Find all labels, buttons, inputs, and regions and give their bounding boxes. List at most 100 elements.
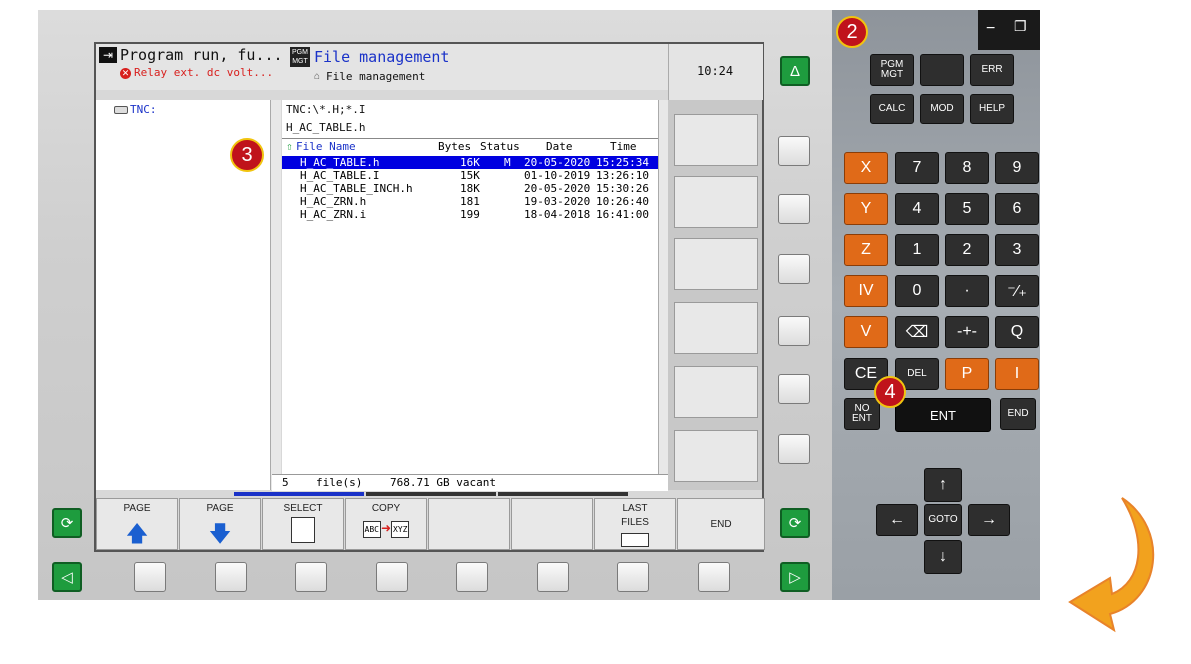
digit-key[interactable]: 4 <box>895 193 939 225</box>
softkey-1[interactable]: PAGE 🡅 <box>96 498 178 550</box>
time-cell: 15:30:26 <box>596 182 649 195</box>
axis-key-y[interactable]: Y <box>844 193 888 225</box>
table-row[interactable]: H_AC_ZRN.i 199 18-04-2018 16:41:00 <box>282 208 658 221</box>
time-cell: 13:26:10 <box>596 169 649 182</box>
arrow-left-key[interactable]: ← <box>876 504 918 536</box>
pgm-mgt-icon: PGM MGT <box>290 47 310 67</box>
i-key[interactable]: I <box>995 358 1039 390</box>
digit-key[interactable]: 7 <box>895 152 939 184</box>
col-file-name[interactable]: File Name <box>296 140 356 153</box>
minimize-icon[interactable]: − <box>986 20 995 38</box>
backspace-key[interactable]: ⌫ <box>895 316 939 348</box>
softkey-label: COPY <box>371 503 401 514</box>
page-right-button[interactable]: ▷ <box>780 562 810 592</box>
hw-softkey-bottom-8[interactable] <box>697 562 730 592</box>
hw-softkey-bottom-6[interactable] <box>536 562 569 592</box>
col-status[interactable]: Status <box>480 140 520 153</box>
pgm-mgt-key[interactable]: PGM MGT <box>870 54 914 86</box>
cycle-left-button[interactable]: ⟳ <box>52 508 82 538</box>
goto-key[interactable]: GOTO <box>924 504 962 536</box>
digit-key[interactable]: ⁻∕₊ <box>995 275 1039 307</box>
softkey-label: LAST <box>622 503 648 514</box>
restore-icon[interactable]: ❐ <box>1014 18 1027 35</box>
date-cell: 19-03-2020 <box>524 195 591 208</box>
calc-key[interactable]: CALC <box>870 94 914 124</box>
hw-softkey-bottom-2[interactable] <box>214 562 247 592</box>
hw-softkey-right-3[interactable] <box>778 254 810 284</box>
digit-key[interactable]: 6 <box>995 193 1039 225</box>
digit-key[interactable]: 9 <box>995 152 1039 184</box>
program-run-title: Program run, fu... <box>120 46 283 64</box>
bytes-cell: 199 <box>460 208 480 221</box>
bytes-cell: 18K <box>460 182 480 195</box>
column-headers: ⇧ File Name Bytes Status Date Time <box>282 140 658 154</box>
softkey-2[interactable]: PAGE 🡇 <box>179 498 261 550</box>
axis-key-z[interactable]: Z <box>844 234 888 266</box>
hw-softkey-bottom-7[interactable] <box>617 562 649 592</box>
hw-softkey-right-5[interactable] <box>778 374 810 404</box>
table-row[interactable]: H_AC_TABLE.h 16K M 20-05-2020 15:25:34 <box>282 156 658 169</box>
table-row[interactable]: H_AC_ZRN.h 181 19-03-2020 10:26:40 <box>282 195 658 208</box>
hw-softkey-right-2[interactable] <box>778 194 810 224</box>
table-row[interactable]: H_AC_TABLE_INCH.h 18K 20-05-2020 15:30:26 <box>282 182 658 195</box>
digit-key[interactable]: 1 <box>895 234 939 266</box>
arrow-down-key[interactable]: ↓ <box>924 540 962 574</box>
digit-key[interactable]: 8 <box>945 152 989 184</box>
q-key[interactable]: Q <box>995 316 1039 348</box>
arrow-right-key[interactable]: → <box>968 504 1010 536</box>
cycle-right-button[interactable]: ⟳ <box>780 508 810 538</box>
select-file-icon <box>263 517 343 548</box>
hw-softkey-bottom-3[interactable] <box>295 562 327 592</box>
no-ent-key[interactable]: NO ENT <box>844 398 880 430</box>
digit-key[interactable]: · <box>945 275 989 307</box>
hw-softkey-right-6[interactable] <box>778 434 810 464</box>
tnc-drive[interactable]: TNC: <box>130 103 157 116</box>
axis-key-v[interactable]: V <box>844 316 888 348</box>
arrow-up-key[interactable]: ↑ <box>924 468 962 502</box>
curved-arrow-icon <box>1068 497 1155 633</box>
date-cell: 01-10-2019 <box>524 169 591 182</box>
vertical-softkey-4[interactable] <box>674 302 758 354</box>
file-count: 5 <box>282 476 289 489</box>
triangle-up-button[interactable]: Δ <box>780 56 810 86</box>
sort-arrow-icon[interactable]: ⇧ <box>286 140 293 153</box>
softkey-7[interactable]: LAST FILES <box>594 498 676 550</box>
col-date[interactable]: Date <box>546 140 573 153</box>
table-row[interactable]: H_AC_TABLE.I 15K 01-10-2019 13:26:10 <box>282 169 658 182</box>
digit-key[interactable]: 3 <box>995 234 1039 266</box>
mod-key[interactable]: MOD <box>920 94 964 124</box>
hw-softkey-right-1[interactable] <box>778 136 810 166</box>
softkey-3[interactable]: SELECT <box>262 498 344 550</box>
vertical-softkey-5[interactable] <box>674 366 758 418</box>
hw-softkey-bottom-5[interactable] <box>456 562 488 592</box>
end-key[interactable]: END <box>1000 398 1036 430</box>
col-bytes[interactable]: Bytes <box>438 140 471 153</box>
ent-key[interactable]: ENT <box>895 398 991 432</box>
copy-src: ABC <box>362 521 381 538</box>
tree-scrollbar[interactable] <box>270 100 281 490</box>
err-key[interactable]: ERR <box>970 54 1014 86</box>
hw-softkey-bottom-1[interactable] <box>134 562 166 592</box>
page-left-button[interactable]: ◁ <box>52 562 82 592</box>
softkey-8[interactable]: END <box>677 498 765 550</box>
softkey-6[interactable] <box>511 498 593 550</box>
help-key[interactable]: HELP <box>970 94 1014 124</box>
softkey-4[interactable]: COPY ABC ➜ XYZ <box>345 498 427 550</box>
digit-key[interactable]: 2 <box>945 234 989 266</box>
blank-key[interactable] <box>920 54 964 86</box>
vertical-softkey-1[interactable] <box>674 114 758 166</box>
digit-key[interactable]: 0 <box>895 275 939 307</box>
hw-softkey-right-4[interactable] <box>778 316 810 346</box>
hw-softkey-bottom-4[interactable] <box>375 562 408 592</box>
softkey-5[interactable] <box>428 498 510 550</box>
axis-key-iv[interactable]: IV <box>844 275 888 307</box>
actual-position-key[interactable]: -+- <box>945 316 989 348</box>
vertical-softkey-3[interactable] <box>674 238 758 290</box>
digit-key[interactable]: 5 <box>945 193 989 225</box>
file-name-cell: H_AC_TABLE_INCH.h <box>300 182 413 195</box>
axis-key-x[interactable]: X <box>844 152 888 184</box>
vertical-softkey-6[interactable] <box>674 430 758 482</box>
col-time[interactable]: Time <box>610 140 637 153</box>
vertical-softkey-2[interactable] <box>674 176 758 228</box>
p-key[interactable]: P <box>945 358 989 390</box>
